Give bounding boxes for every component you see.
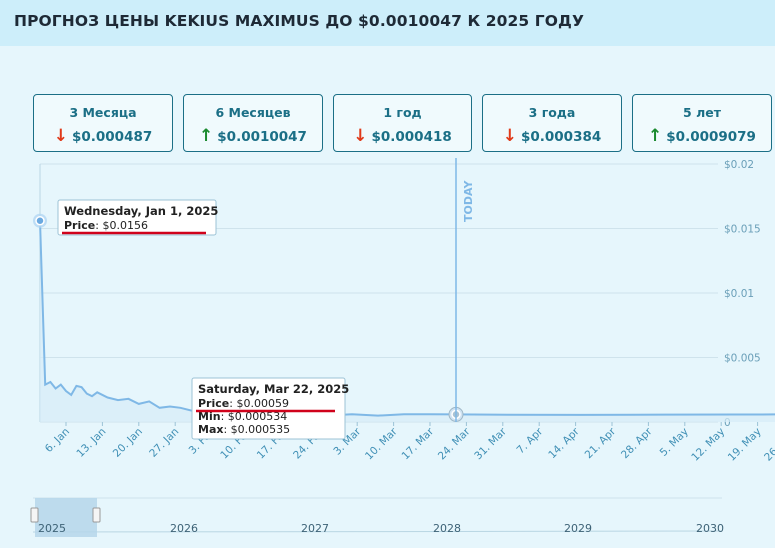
- x-tick-label: 20. Jan: [111, 426, 145, 460]
- tab-label: 6 Месяцев: [215, 105, 291, 120]
- tab-6-months[interactable]: 6 Месяцев ↑ $0.0010047: [183, 94, 323, 152]
- tab-value: $0.000487: [71, 129, 153, 145]
- tooltip-date: Wednesday, Jan 1, 2025: [64, 204, 218, 218]
- x-tick-label: 24. Mar: [436, 425, 473, 462]
- x-tick-label: 10. Mar: [363, 425, 400, 462]
- tab-value-row: ↑ $0.0010047: [184, 126, 322, 146]
- tab-value-row: ↑ $0.0009079: [633, 126, 771, 146]
- navigator-year-label: 2027: [301, 522, 329, 535]
- today-marker: TODAY: [455, 158, 475, 422]
- navigator-year-label: 2026: [170, 522, 198, 535]
- x-tick-label: 26. May: [762, 426, 775, 464]
- x-tick-label: 28. Apr: [619, 425, 655, 461]
- page-title: ПРОГНОЗ ЦЕНЫ KEKIUS MAXIMUS ДО $0.001004…: [14, 12, 585, 30]
- highlight-point: [35, 216, 45, 226]
- x-tick-label: 21. Apr: [583, 425, 619, 461]
- x-axis: 6. Jan 13. Jan 20. Jan 27. Jan 3. Feb 10. Feb…: [43, 422, 775, 464]
- navigator-handle: [30, 507, 39, 523]
- tab-value-row: ↓ $0.000384: [483, 126, 621, 146]
- y-tick-label: $0.015: [724, 224, 761, 236]
- tooltip-key: Price: [198, 397, 229, 410]
- y-axis: $0.02$0.015$0.01$0.0050: [724, 159, 761, 429]
- tooltip-row: Price: $0.0156: [64, 219, 148, 232]
- tab-value-row: ↓ $0.000487: [34, 126, 172, 146]
- tooltip-row: Price: $0.00059: [198, 397, 289, 410]
- series: [33, 213, 775, 422]
- series-line: [39, 220, 775, 417]
- tooltip-value: : $0.0156: [95, 219, 148, 232]
- arrow-down-icon: ↓: [502, 126, 517, 146]
- tab-label: 1 год: [383, 105, 422, 120]
- tab-value: $0.000384: [520, 129, 602, 145]
- tab-value: $0.0009079: [666, 129, 756, 145]
- arrow-down-icon: ↓: [353, 126, 368, 146]
- tab-value-row: ↓ $0.000418: [334, 126, 471, 146]
- x-tick-label: 13. Jan: [74, 426, 108, 460]
- navigator-year-label: 2028: [433, 522, 461, 535]
- tab-5-years[interactable]: 5 лет ↑ $0.0009079: [632, 94, 772, 152]
- range-navigator[interactable]: 2025 2026 2027 2028 2029 2030: [30, 497, 724, 537]
- series-area: [40, 220, 775, 422]
- navigator-year-label: 2030: [696, 522, 724, 535]
- header-bar: ПРОГНОЗ ЦЕНЫ KEKIUS MAXIMUS ДО $0.001004…: [0, 0, 775, 46]
- x-tick-label: 12. May: [689, 426, 727, 464]
- arrow-up-icon: ↑: [199, 126, 214, 146]
- tooltip-date: Saturday, Mar 22, 2025: [198, 382, 349, 396]
- tab-1-year[interactable]: 1 год ↓ $0.000418: [333, 94, 472, 152]
- x-tick-label: 27. Jan: [147, 426, 181, 460]
- y-tick-label: $0.02: [724, 159, 754, 171]
- tab-label: 3 года: [528, 105, 576, 120]
- tab-3-months[interactable]: 3 Месяца ↓ $0.000487: [33, 94, 173, 152]
- arrow-up-icon: ↑: [648, 126, 663, 146]
- price-chart: $0.02$0.015$0.01$0.0050 6. Jan 13. Jan 20.…: [30, 158, 775, 537]
- y-tick-label: $0.01: [724, 288, 754, 300]
- tab-label: 5 лет: [683, 105, 721, 120]
- navigator-handle: [92, 507, 101, 523]
- tooltip-value: : $0.00059: [229, 397, 289, 410]
- today-label: TODAY: [462, 180, 475, 222]
- tooltip-key: Max: [198, 423, 223, 436]
- tab-3-years[interactable]: 3 года ↓ $0.000384: [482, 94, 622, 152]
- x-tick-label: 31. Mar: [472, 425, 509, 462]
- navigator-year-label: 2029: [564, 522, 592, 535]
- tab-value: $0.0010047: [217, 129, 307, 145]
- tooltip-row: Max: $0.000535: [198, 423, 290, 436]
- tab-value: $0.000418: [371, 129, 452, 145]
- tab-label: 3 Месяца: [69, 105, 137, 120]
- x-tick-label: 17. Mar: [399, 425, 436, 462]
- tooltip-key: Price: [64, 219, 95, 232]
- x-tick-label: 6. Jan: [43, 426, 72, 455]
- y-tick-label: $0.005: [724, 353, 761, 365]
- tooltip-value: : $0.000535: [223, 423, 290, 436]
- arrow-down-icon: ↓: [53, 126, 68, 146]
- x-tick-label: 14. Apr: [546, 425, 582, 461]
- x-tick-label: 5. May: [658, 426, 691, 459]
- x-tick-label: 7. Apr: [515, 425, 546, 456]
- navigator-year-label: 2025: [38, 522, 66, 535]
- x-tick-label: 19. May: [726, 426, 764, 464]
- navigator-series: [32, 530, 723, 533]
